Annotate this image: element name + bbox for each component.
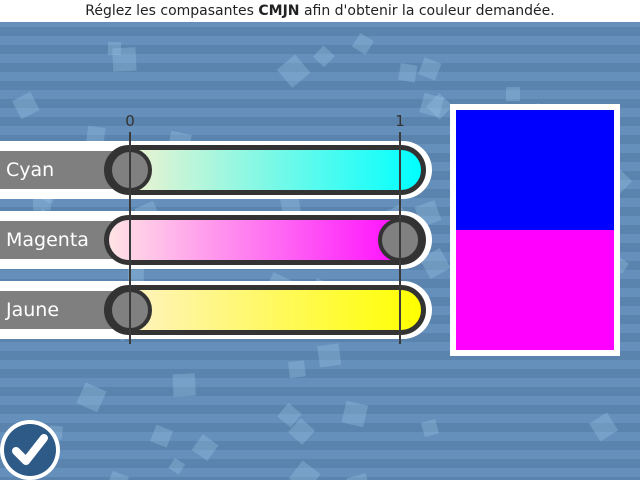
instruction-text-end: afin d'obtenir la couleur demandée. [299,3,555,19]
validate-button[interactable] [0,420,60,480]
slider-track-cyan[interactable] [104,145,426,195]
checkmark-icon [12,434,48,465]
scale-line-one [399,132,401,344]
current-color-swatch [456,230,614,350]
validate-button-face [4,424,56,476]
scale-line-zero [129,132,131,344]
scale-label-min: 0 [125,112,135,130]
instruction-bar: Réglez les compasantes CMJN afin d'obten… [0,0,640,22]
target-color-swatch [456,110,614,230]
slider-row-magenta: Magenta [0,211,432,269]
instruction-text: Réglez les compasantes [85,3,259,19]
scale-label-max: 1 [395,112,405,130]
slider-track-jaune[interactable] [104,285,426,335]
slider-row-jaune: Jaune [0,281,432,339]
color-preview [450,104,620,356]
slider-row-cyan: Cyan [0,141,432,199]
instruction-highlight: CMJN [258,3,300,19]
